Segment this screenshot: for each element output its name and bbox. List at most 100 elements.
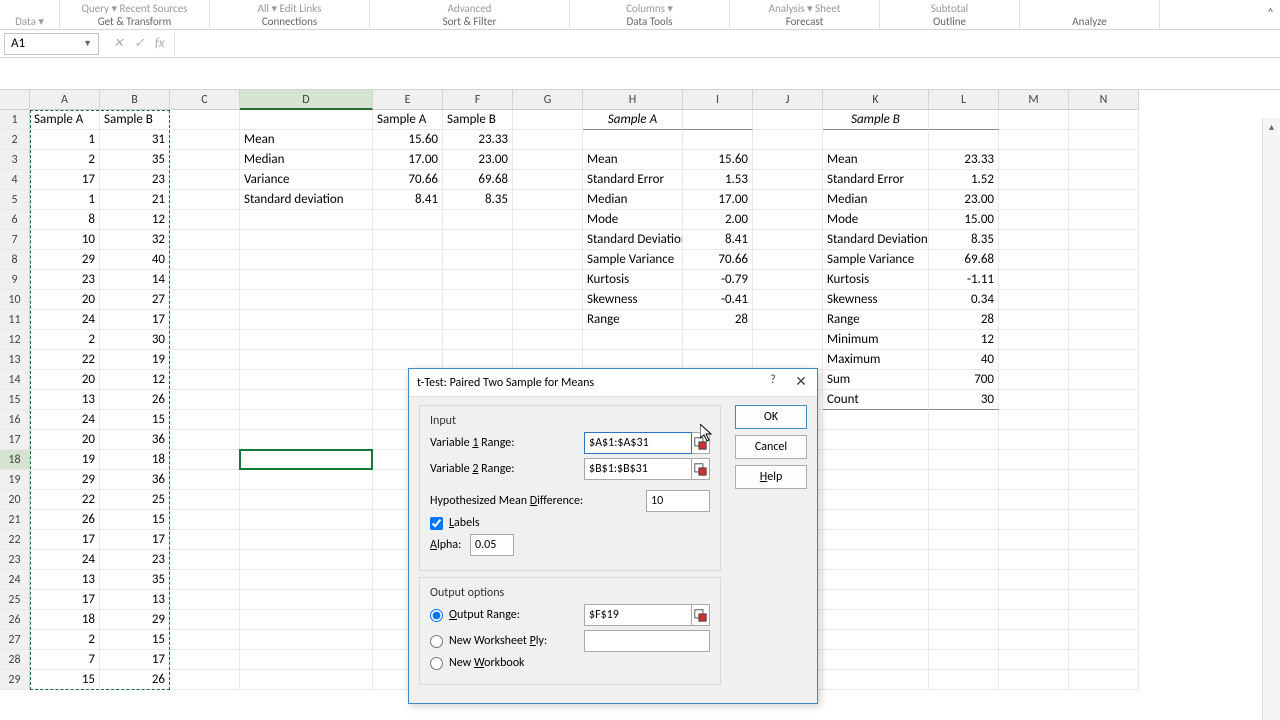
cell[interactable]: 29 [30, 250, 100, 270]
cell[interactable]: 1.52 [929, 170, 999, 190]
cell[interactable]: Median [583, 190, 683, 210]
cell[interactable] [1069, 570, 1139, 590]
cell[interactable] [170, 150, 240, 170]
cell[interactable]: 17 [30, 590, 100, 610]
cell[interactable] [443, 270, 513, 290]
cell[interactable] [513, 250, 583, 270]
cell[interactable]: 15.60 [683, 150, 753, 170]
cell[interactable]: 26 [100, 390, 170, 410]
cell[interactable] [443, 310, 513, 330]
cell[interactable] [823, 670, 929, 690]
cell[interactable] [683, 110, 753, 130]
cell[interactable]: Standard Error [583, 170, 683, 190]
row-header[interactable]: 23 [0, 550, 30, 570]
cell[interactable] [929, 630, 999, 650]
new-worksheet-radio[interactable] [430, 635, 443, 648]
cell[interactable]: 24 [30, 550, 100, 570]
cell[interactable] [929, 610, 999, 630]
cell[interactable] [1069, 330, 1139, 350]
cell[interactable] [929, 510, 999, 530]
cell[interactable] [823, 570, 929, 590]
cell[interactable]: 27 [100, 290, 170, 310]
cell[interactable] [240, 470, 373, 490]
new-worksheet-input[interactable] [584, 630, 710, 652]
column-header[interactable]: G [513, 90, 583, 110]
cell[interactable]: 26 [100, 670, 170, 690]
row-header[interactable]: 10 [0, 290, 30, 310]
cell[interactable]: 21 [100, 190, 170, 210]
cell[interactable]: 35 [100, 570, 170, 590]
cell[interactable] [583, 130, 683, 150]
cell[interactable] [999, 230, 1069, 250]
cell[interactable] [170, 550, 240, 570]
cell[interactable]: Sum [823, 370, 929, 390]
cell[interactable]: 8.41 [373, 190, 443, 210]
cell[interactable]: 17.00 [373, 150, 443, 170]
cell[interactable] [1069, 550, 1139, 570]
cell[interactable]: 23.33 [929, 150, 999, 170]
row-header[interactable]: 7 [0, 230, 30, 250]
ok-button[interactable]: OK [735, 405, 807, 429]
cell[interactable]: 23.33 [443, 130, 513, 150]
help-button[interactable]: Help [735, 465, 807, 489]
cell[interactable]: 12 [929, 330, 999, 350]
cell[interactable]: Standard Deviation [583, 230, 683, 250]
cell[interactable]: 17 [100, 530, 170, 550]
cell[interactable]: 40 [100, 250, 170, 270]
cell[interactable]: 28 [929, 310, 999, 330]
column-header[interactable]: M [999, 90, 1069, 110]
cell[interactable] [240, 110, 373, 130]
row-header[interactable]: 27 [0, 630, 30, 650]
cell[interactable] [513, 290, 583, 310]
cell[interactable]: Sample Variance [583, 250, 683, 270]
cell[interactable] [240, 290, 373, 310]
cell[interactable]: 0.34 [929, 290, 999, 310]
row-header[interactable]: 17 [0, 430, 30, 450]
cell[interactable]: 13 [30, 390, 100, 410]
cell[interactable] [240, 650, 373, 670]
row-header[interactable]: 6 [0, 210, 30, 230]
row-header[interactable]: 29 [0, 670, 30, 690]
cell[interactable] [929, 470, 999, 490]
cell[interactable] [170, 670, 240, 690]
cell[interactable] [753, 250, 823, 270]
cell[interactable] [240, 390, 373, 410]
cell[interactable]: Sample A [583, 110, 683, 130]
cell[interactable] [823, 510, 929, 530]
cell[interactable]: 2.00 [683, 210, 753, 230]
cell[interactable] [999, 270, 1069, 290]
cell[interactable] [240, 230, 373, 250]
cell[interactable]: Sample A [30, 110, 100, 130]
ribbon-group[interactable]: Data ▾ [0, 0, 60, 30]
cell[interactable] [240, 510, 373, 530]
cell[interactable] [683, 330, 753, 350]
cell[interactable] [240, 250, 373, 270]
cell[interactable]: 26 [30, 510, 100, 530]
ribbon-group[interactable]: Analysis ▾ SheetForecast [730, 0, 880, 30]
cell[interactable] [373, 210, 443, 230]
cell[interactable] [373, 230, 443, 250]
ribbon-group[interactable]: Query ▾ Recent SourcesGet & Transform [60, 0, 210, 30]
cell[interactable]: Mean [240, 130, 373, 150]
cell[interactable] [513, 170, 583, 190]
cell[interactable] [1069, 670, 1139, 690]
cell[interactable]: 69.68 [443, 170, 513, 190]
cell[interactable]: 17 [100, 650, 170, 670]
cell[interactable]: 69.68 [929, 250, 999, 270]
dialog-close-icon[interactable]: ✕ [791, 373, 811, 393]
output-range-radio[interactable] [430, 609, 443, 622]
cell[interactable] [999, 170, 1069, 190]
cell[interactable] [753, 310, 823, 330]
cell[interactable] [373, 330, 443, 350]
cell[interactable]: Count [823, 390, 929, 410]
cell[interactable]: 15 [30, 670, 100, 690]
row-header[interactable]: 8 [0, 250, 30, 270]
cell[interactable] [443, 290, 513, 310]
cell[interactable] [999, 590, 1069, 610]
cell[interactable]: 7 [30, 650, 100, 670]
column-header[interactable]: L [929, 90, 999, 110]
row-header[interactable]: 15 [0, 390, 30, 410]
cell[interactable] [999, 670, 1069, 690]
row-header[interactable]: 5 [0, 190, 30, 210]
cell[interactable] [1069, 230, 1139, 250]
